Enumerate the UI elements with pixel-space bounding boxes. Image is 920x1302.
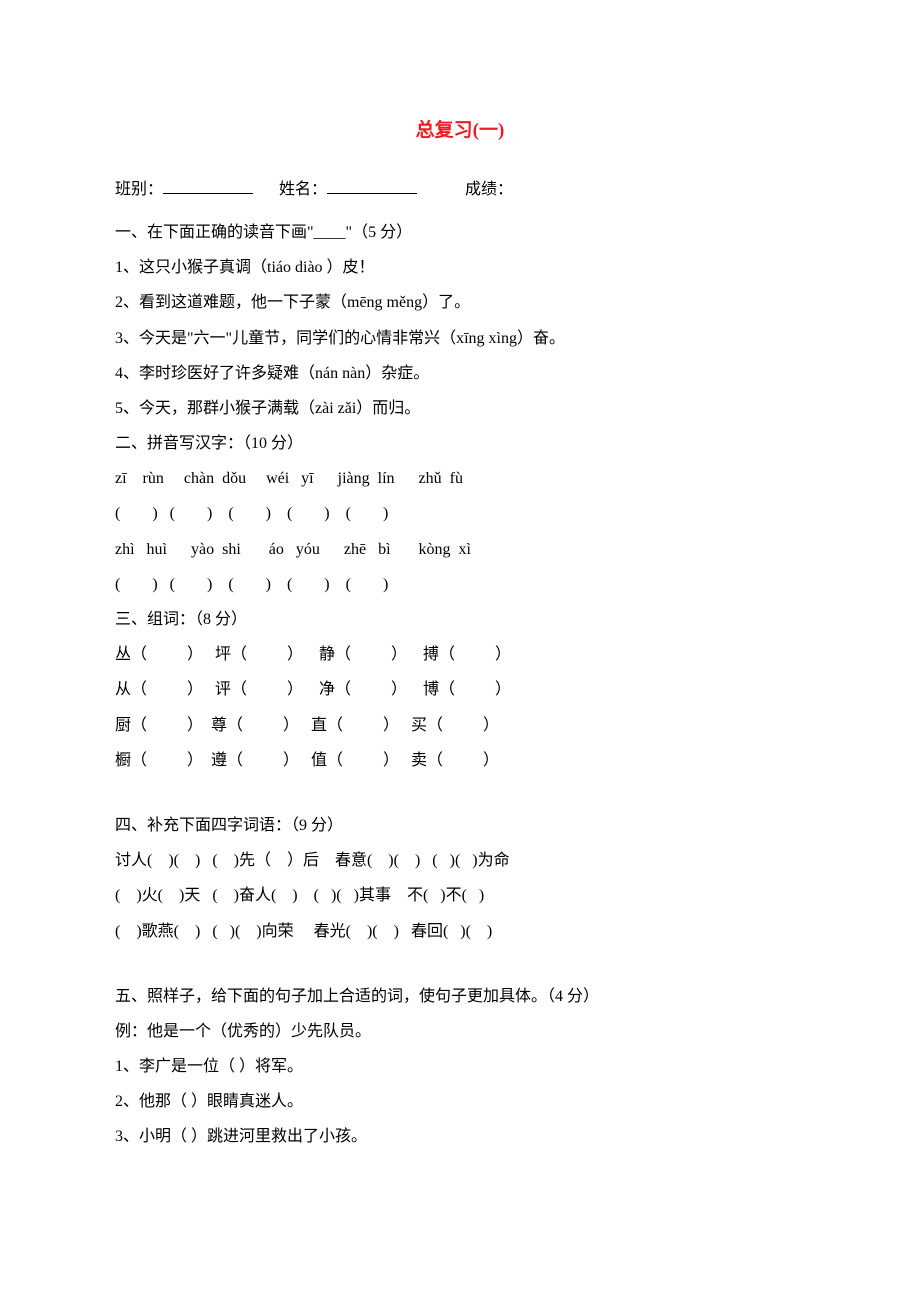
name-blank[interactable] <box>327 178 417 194</box>
name-label: 姓名： <box>279 181 327 198</box>
section-1-item-1: 1、这只小猴子真调（tiáo diào ）皮！ <box>115 250 805 285</box>
section-1-item-3: 3、今天是"六一"儿童节，同学们的心情非常兴（xīng xìng）奋。 <box>115 321 805 356</box>
section-5-item-2[interactable]: 2、他那（ ）眼睛真迷人。 <box>115 1084 805 1119</box>
section-4-row-3[interactable]: ( )歌燕( ) ( )( )向荣 春光( )( ) 春回( )( ) <box>115 914 805 949</box>
student-info-line: 班别： 姓名： 成绩： <box>115 172 805 207</box>
section-4-row-1[interactable]: 讨人( )( ) ( )先（ ）后 春意( )( ) ( )( )为命 <box>115 843 805 878</box>
class-blank[interactable] <box>163 178 253 194</box>
section-5-item-1[interactable]: 1、李广是一位（ ）将军。 <box>115 1049 805 1084</box>
section-5-example: 例：他是一个（优秀的）少先队员。 <box>115 1014 805 1049</box>
section-2-pinyin-row-1: zī rùn chàn dǒu wéi yī jiàng lín zhǔ fù <box>115 461 805 496</box>
section-2-label: 二、拼音写汉字：（10 分） <box>115 426 805 461</box>
section-4-label: 四、补充下面四字词语：（9 分） <box>115 808 805 843</box>
section-3-label: 三、组词：（8 分） <box>115 602 805 637</box>
section-1-item-5: 5、今天，那群小猴子满载（zài zǎi）而归。 <box>115 391 805 426</box>
class-label: 班别： <box>115 181 163 198</box>
document-title: 总复习(一) <box>115 110 805 152</box>
score-label: 成绩： <box>465 181 513 198</box>
section-5-item-3[interactable]: 3、小明（ ）跳进河里救出了小孩。 <box>115 1119 805 1154</box>
section-5-label: 五、照样子，给下面的句子加上合适的词，使句子更加具体。（4 分） <box>115 979 805 1014</box>
section-1-label: 一、在下面正确的读音下画"____"（5 分） <box>115 215 805 250</box>
section-1-item-4: 4、李时珍医好了许多疑难（nán nàn）杂症。 <box>115 356 805 391</box>
section-3-row-3[interactable]: 厨（ ） 尊（ ） 直（ ） 买（ ） <box>115 708 805 743</box>
section-1-item-2: 2、看到这道难题，他一下子蒙（mēng měng）了。 <box>115 285 805 320</box>
section-2-paren-row-2[interactable]: ( ) ( ) ( ) ( ) ( ) <box>115 567 805 602</box>
section-3-row-4[interactable]: 橱（ ） 遵（ ） 值（ ） 卖（ ） <box>115 743 805 778</box>
section-3-row-2[interactable]: 从（ ） 评（ ） 净（ ） 博（ ） <box>115 672 805 707</box>
section-2-paren-row-1[interactable]: ( ) ( ) ( ) ( ) ( ) <box>115 496 805 531</box>
section-2-pinyin-row-2: zhì huì yào shi áo yóu zhē bì kòng xì <box>115 532 805 567</box>
section-3-row-1[interactable]: 丛（ ） 坪（ ） 静（ ） 搏（ ） <box>115 637 805 672</box>
section-4-row-2[interactable]: ( )火( )天 ( )奋人( ) ( )( )其事 不( )不( ) <box>115 878 805 913</box>
